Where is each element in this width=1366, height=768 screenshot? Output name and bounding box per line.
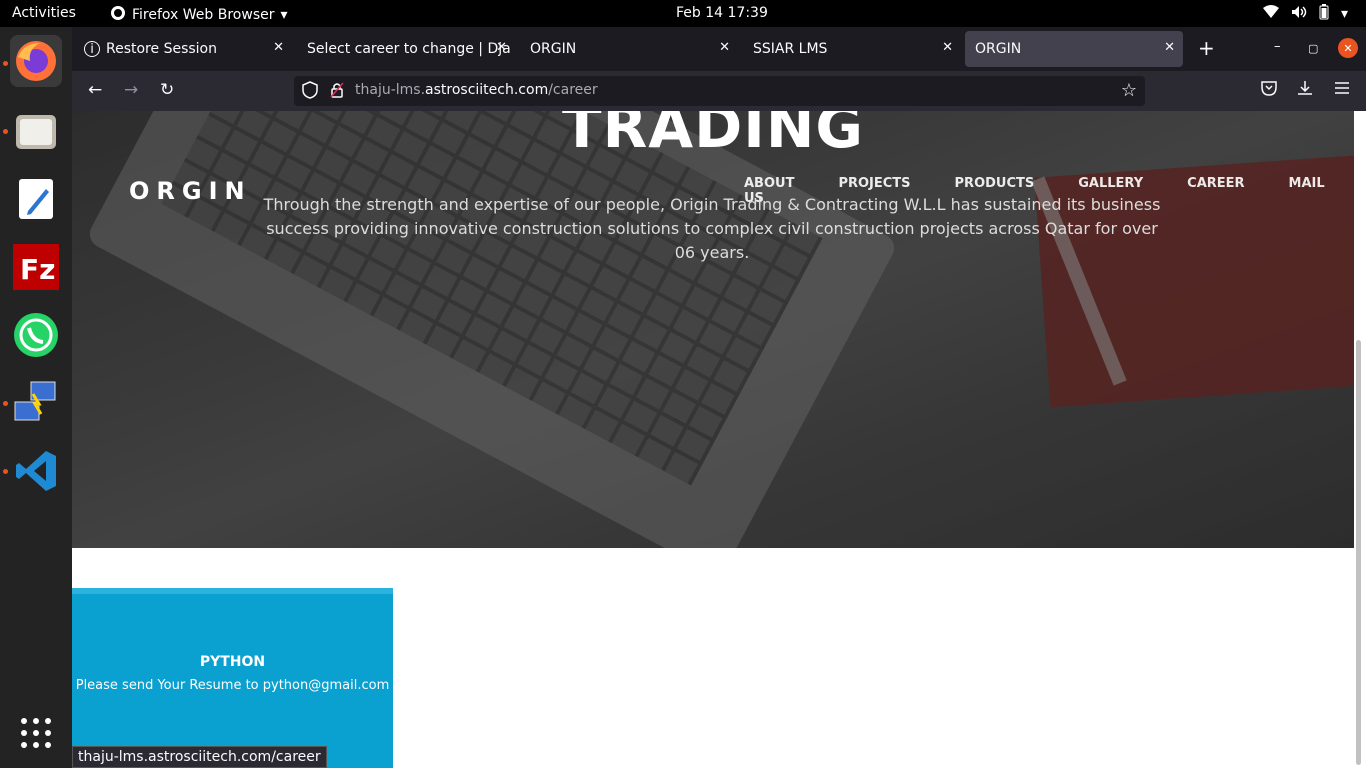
running-indicator	[3, 129, 8, 134]
app-name: Firefox Web Browser	[132, 7, 275, 23]
tab-ssiar-lms[interactable]: SSIAR LMS ✕	[743, 31, 961, 67]
new-tab-button[interactable]: +	[1198, 36, 1215, 60]
filezilla-icon: Fz	[13, 244, 59, 290]
card-strip	[72, 588, 393, 594]
dock-remote-desktop[interactable]	[10, 377, 62, 429]
dock-vscode[interactable]	[10, 445, 62, 497]
dock: Fz	[0, 27, 72, 768]
hero-description: Through the strength and expertise of ou…	[263, 195, 1161, 262]
scrollbar-thumb[interactable]	[1356, 340, 1361, 765]
web-page: TRADING ORGIN ABOUT US PROJECTS PRODUCTS…	[72, 111, 1354, 768]
tab-label: ORGIN	[975, 41, 1022, 57]
info-icon: i	[84, 41, 100, 57]
minimize-button[interactable]: –	[1274, 39, 1281, 54]
show-applications-button[interactable]	[10, 707, 62, 759]
system-top-bar: Activities Firefox Web Browser ▾ Feb 14 …	[0, 0, 1366, 27]
star-icon[interactable]: ☆	[1121, 80, 1137, 101]
dock-firefox[interactable]	[10, 35, 62, 87]
career-card-python[interactable]: PYTHON Please send Your Resume to python…	[72, 588, 393, 768]
close-icon[interactable]: ✕	[496, 40, 507, 55]
tab-restore-session[interactable]: i Restore Session ✕	[74, 31, 292, 67]
firefox-icon	[110, 5, 126, 25]
tab-label: ORGIN	[530, 41, 577, 57]
dock-files[interactable]	[10, 105, 62, 157]
tab-bar: i Restore Session ✕ Select career to cha…	[72, 27, 1366, 71]
forward-button[interactable]: →	[124, 80, 138, 100]
link-status-bar: thaju-lms.astrosciitech.com/career	[72, 746, 327, 768]
battery-icon	[1319, 4, 1329, 24]
insecure-lock-icon[interactable]	[330, 82, 344, 102]
maximize-button[interactable]: ▢	[1308, 42, 1318, 55]
tab-orgin[interactable]: ORGIN ✕	[520, 31, 738, 67]
remote-desktop-icon	[14, 381, 56, 421]
tab-orgin-active[interactable]: ORGIN ✕	[965, 31, 1183, 67]
url-text[interactable]: thaju-lms.astrosciitech.com/career	[355, 82, 598, 98]
back-button[interactable]: ←	[88, 80, 102, 100]
app-menu[interactable]: Firefox Web Browser ▾	[110, 5, 288, 25]
volume-icon	[1291, 5, 1307, 23]
vscode-icon	[16, 451, 56, 491]
career-card-title: PYTHON	[199, 654, 266, 670]
close-window-button[interactable]: ✕	[1338, 38, 1358, 58]
chevron-down-icon: ▾	[1340, 6, 1348, 22]
text-editor-icon	[19, 179, 53, 219]
hero-section: TRADING ORGIN ABOUT US PROJECTS PRODUCTS…	[72, 111, 1354, 548]
system-tray[interactable]: ▾	[1262, 4, 1348, 24]
chevron-down-icon: ▾	[280, 7, 288, 23]
clock[interactable]: Feb 14 17:39	[676, 5, 768, 21]
app-grid-icon	[21, 718, 51, 748]
tab-label: Restore Session	[106, 41, 217, 57]
firefox-icon	[16, 41, 56, 81]
wifi-icon	[1262, 5, 1279, 23]
menu-mail[interactable]: MAIL	[1289, 176, 1325, 206]
running-indicator	[3, 469, 8, 474]
svg-text:Fz: Fz	[20, 253, 55, 286]
reload-button[interactable]: ↻	[160, 80, 174, 100]
dock-text-editor[interactable]	[10, 173, 62, 225]
close-icon[interactable]: ✕	[942, 40, 953, 55]
activities-button[interactable]: Activities	[12, 5, 76, 21]
tab-label: Select career to change | Dja	[307, 41, 511, 57]
pocket-icon[interactable]	[1261, 80, 1277, 101]
navigation-bar: ← → ↻ thaju-lms.astrosciitech.com/career…	[72, 71, 1366, 111]
menu-career[interactable]: CAREER	[1187, 176, 1244, 206]
downloads-icon[interactable]	[1297, 80, 1313, 101]
hero-title: TRADING	[562, 111, 864, 161]
running-indicator	[3, 401, 8, 406]
url-bar[interactable]: thaju-lms.astrosciitech.com/career ☆	[294, 76, 1145, 106]
dock-whatsapp[interactable]	[10, 309, 62, 361]
close-icon[interactable]: ✕	[273, 40, 284, 55]
close-icon[interactable]: ✕	[719, 40, 730, 55]
menu-icon[interactable]	[1334, 80, 1350, 101]
shield-icon[interactable]	[302, 81, 318, 103]
tab-select-career[interactable]: Select career to change | Dja ✕	[297, 31, 515, 67]
career-card-text: Please send Your Resume to python@gmail.…	[75, 678, 390, 693]
whatsapp-icon	[14, 313, 58, 357]
folder-icon	[16, 115, 56, 149]
tab-label: SSIAR LMS	[753, 41, 828, 57]
close-icon[interactable]: ✕	[1164, 40, 1175, 55]
site-logo[interactable]: ORGIN	[129, 177, 252, 205]
dock-filezilla[interactable]: Fz	[10, 241, 62, 293]
running-indicator	[3, 61, 8, 66]
